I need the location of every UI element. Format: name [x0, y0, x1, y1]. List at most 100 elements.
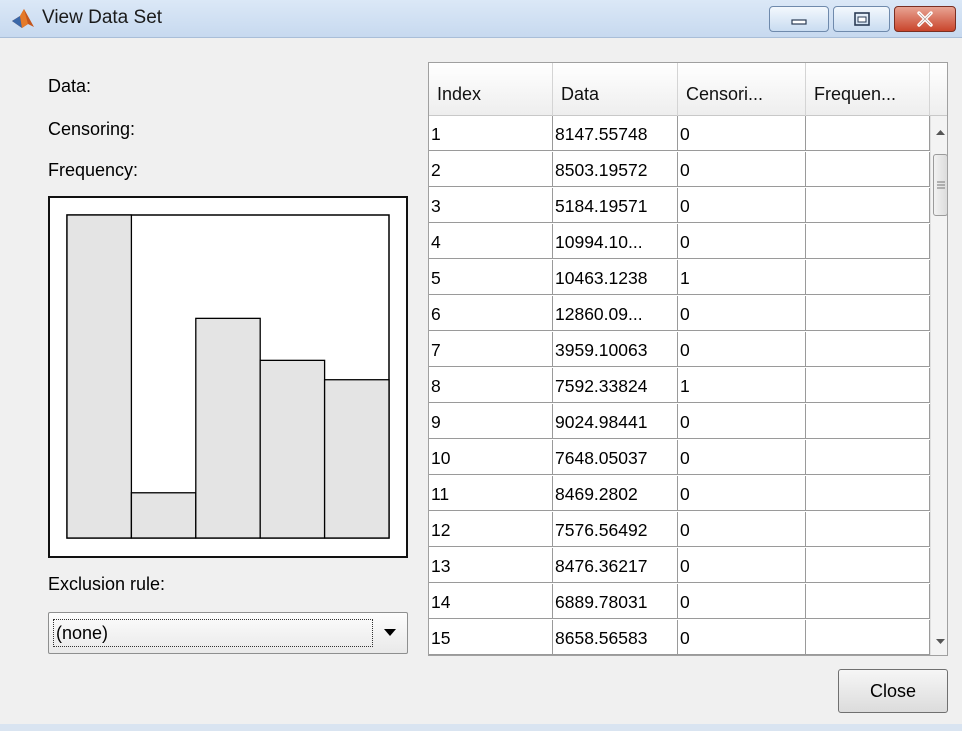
censoring-cell[interactable]: 0	[678, 476, 806, 511]
view-data-set-window: View Data Set Data: Censoring: Frequency…	[0, 0, 962, 731]
frequency-cell[interactable]	[806, 548, 930, 583]
minimize-icon	[791, 19, 807, 25]
scroll-up-icon[interactable]	[935, 128, 946, 136]
frequency-cell[interactable]	[806, 116, 930, 151]
index-cell[interactable]: 11	[429, 476, 553, 511]
censoring-cell[interactable]: 0	[678, 584, 806, 619]
frequency-cell[interactable]	[806, 188, 930, 223]
data-cell[interactable]: 8147.55748	[553, 116, 678, 151]
censoring-cell[interactable]: 0	[678, 548, 806, 583]
table-row[interactable]: 1 8147.55748 0	[429, 116, 930, 151]
data-cell[interactable]: 10463.1238	[553, 260, 678, 295]
maximize-button[interactable]	[833, 6, 890, 32]
censoring-cell[interactable]: 1	[678, 368, 806, 403]
data-cell[interactable]: 7648.05037	[553, 440, 678, 475]
title-bar[interactable]: View Data Set	[0, 0, 962, 38]
frequency-cell[interactable]	[806, 296, 930, 331]
censoring-cell[interactable]: 0	[678, 296, 806, 331]
index-cell[interactable]: 3	[429, 188, 553, 223]
data-cell[interactable]: 8469.2802	[553, 476, 678, 511]
table-row[interactable]: 12 7576.56492 0	[429, 512, 930, 547]
censoring-cell[interactable]: 0	[678, 404, 806, 439]
histogram-bar	[66, 214, 133, 539]
censoring-cell[interactable]: 0	[678, 620, 806, 655]
exclusion-rule-dropdown[interactable]: (none)	[48, 612, 408, 654]
index-cell[interactable]: 12	[429, 512, 553, 547]
index-cell[interactable]: 8	[429, 368, 553, 403]
index-cell[interactable]: 4	[429, 224, 553, 259]
column-header-frequency[interactable]: Frequen...	[806, 63, 930, 116]
table-row[interactable]: 14 6889.78031 0	[429, 584, 930, 619]
data-cell[interactable]: 8503.19572	[553, 152, 678, 187]
index-cell[interactable]: 6	[429, 296, 553, 331]
data-cell[interactable]: 7592.33824	[553, 368, 678, 403]
data-cell[interactable]: 8476.36217	[553, 548, 678, 583]
column-header-index[interactable]: Index	[429, 63, 553, 116]
data-cell[interactable]: 7576.56492	[553, 512, 678, 547]
table-row[interactable]: 6 12860.09... 0	[429, 296, 930, 331]
close-window-button[interactable]	[894, 6, 956, 32]
data-table: Index Data Censori... Frequen... 1 8147.5…	[428, 62, 948, 656]
table-row[interactable]: 8 7592.33824 1	[429, 368, 930, 403]
index-cell[interactable]: 1	[429, 116, 553, 151]
frequency-cell[interactable]	[806, 260, 930, 295]
scroll-down-icon[interactable]	[935, 638, 946, 646]
frequency-cell[interactable]	[806, 404, 930, 439]
frequency-cell[interactable]	[806, 332, 930, 367]
censoring-cell[interactable]: 0	[678, 188, 806, 223]
table-row[interactable]: 9 9024.98441 0	[429, 404, 930, 439]
censoring-cell[interactable]: 0	[678, 440, 806, 475]
table-row[interactable]: 7 3959.10063 0	[429, 332, 930, 367]
vertical-scrollbar[interactable]	[930, 116, 947, 655]
index-cell[interactable]: 13	[429, 548, 553, 583]
frequency-cell[interactable]	[806, 512, 930, 547]
index-cell[interactable]: 5	[429, 260, 553, 295]
table-row[interactable]: 15 8658.56583 0	[429, 620, 930, 655]
censoring-cell[interactable]: 0	[678, 224, 806, 259]
index-cell[interactable]: 7	[429, 332, 553, 367]
table-row[interactable]: 4 10994.10... 0	[429, 224, 930, 259]
index-cell[interactable]: 10	[429, 440, 553, 475]
data-label: Data:	[48, 76, 92, 96]
table-row[interactable]: 3 5184.19571 0	[429, 188, 930, 223]
minimize-button[interactable]	[769, 6, 829, 32]
table-row[interactable]: 13 8476.36217 0	[429, 548, 930, 583]
censoring-label: Censoring:	[48, 119, 136, 139]
data-cell[interactable]: 10994.10...	[553, 224, 678, 259]
column-header-data[interactable]: Data	[553, 63, 678, 116]
table-row[interactable]: 5 10463.1238 1	[429, 260, 930, 295]
index-cell[interactable]: 15	[429, 620, 553, 655]
censoring-cell[interactable]: 0	[678, 116, 806, 151]
index-cell[interactable]: 14	[429, 584, 553, 619]
close-icon	[917, 11, 933, 27]
data-cell[interactable]: 3959.10063	[553, 332, 678, 367]
histogram-preview	[48, 196, 408, 558]
frequency-cell[interactable]	[806, 440, 930, 475]
frequency-cell[interactable]	[806, 584, 930, 619]
censoring-cell[interactable]: 0	[678, 512, 806, 547]
data-cell[interactable]: 5184.19571	[553, 188, 678, 223]
frequency-cell[interactable]	[806, 620, 930, 655]
index-cell[interactable]: 2	[429, 152, 553, 187]
data-cell[interactable]: 8658.56583	[553, 620, 678, 655]
window-bottom-edge	[0, 724, 962, 731]
histogram-chart	[66, 214, 390, 539]
table-row[interactable]: 2 8503.19572 0	[429, 152, 930, 187]
censoring-cell[interactable]: 0	[678, 332, 806, 367]
frequency-cell[interactable]	[806, 368, 930, 403]
censoring-cell[interactable]: 1	[678, 260, 806, 295]
data-cell[interactable]: 6889.78031	[553, 584, 678, 619]
close-button[interactable]: Close	[838, 669, 948, 713]
table-row[interactable]: 11 8469.2802 0	[429, 476, 930, 511]
data-cell[interactable]: 12860.09...	[553, 296, 678, 331]
column-header-censoring[interactable]: Censori...	[678, 63, 806, 116]
data-cell[interactable]: 9024.98441	[553, 404, 678, 439]
frequency-cell[interactable]	[806, 152, 930, 187]
scroll-thumb[interactable]	[933, 154, 947, 216]
maximize-icon	[853, 12, 870, 26]
table-row[interactable]: 10 7648.05037 0	[429, 440, 930, 475]
index-cell[interactable]: 9	[429, 404, 553, 439]
frequency-cell[interactable]	[806, 224, 930, 259]
censoring-cell[interactable]: 0	[678, 152, 806, 187]
frequency-cell[interactable]	[806, 476, 930, 511]
